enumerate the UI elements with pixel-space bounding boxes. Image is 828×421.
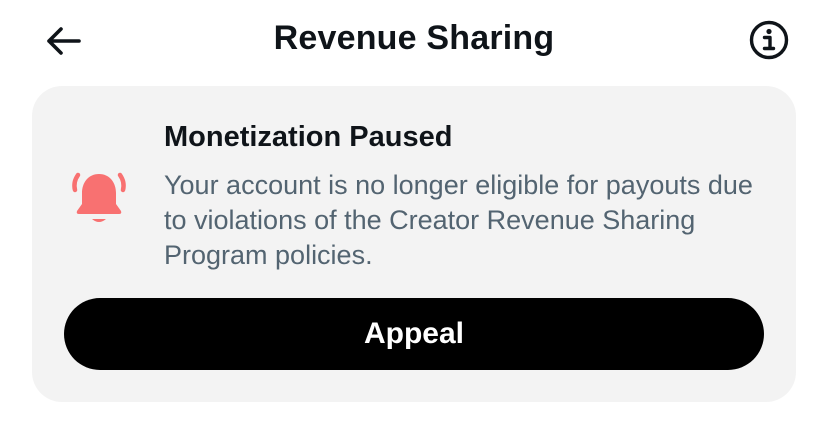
info-circle-icon <box>749 20 789 60</box>
alarm-bell-icon <box>66 166 132 232</box>
notice-message: Your account is no longer eligible for p… <box>164 170 753 270</box>
top-bar: Revenue Sharing <box>0 0 828 80</box>
notice-title: Monetization Paused <box>164 121 453 153</box>
page-title: Revenue Sharing <box>273 19 555 57</box>
monetization-notice-card: Monetization Paused Your account is no l… <box>32 86 796 402</box>
appeal-button[interactable]: Appeal <box>64 298 764 370</box>
info-button[interactable] <box>746 17 792 63</box>
